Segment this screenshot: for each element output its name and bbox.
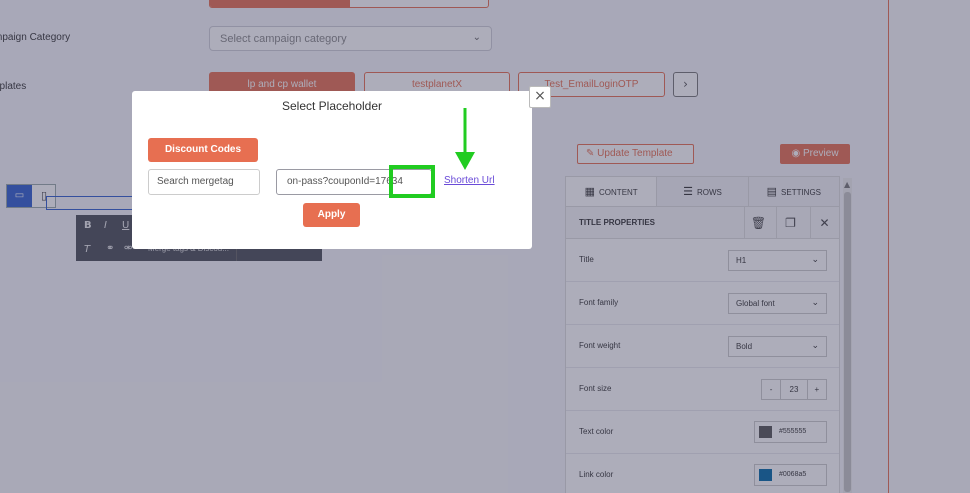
discount-codes-button[interactable]: Discount Codes [148,138,258,162]
apply-button[interactable]: Apply [303,203,360,227]
modal-close-button[interactable]: × [529,86,551,108]
search-mergetag-input[interactable]: Search mergetag [148,169,260,195]
url-input-value: on-pass?couponId=17634 [287,176,403,187]
annotation-highlight-box [389,165,435,198]
shorten-url-link[interactable]: Shorten Url [444,175,495,186]
close-icon: × [534,88,546,104]
annotation-down-arrow-icon [455,108,475,170]
